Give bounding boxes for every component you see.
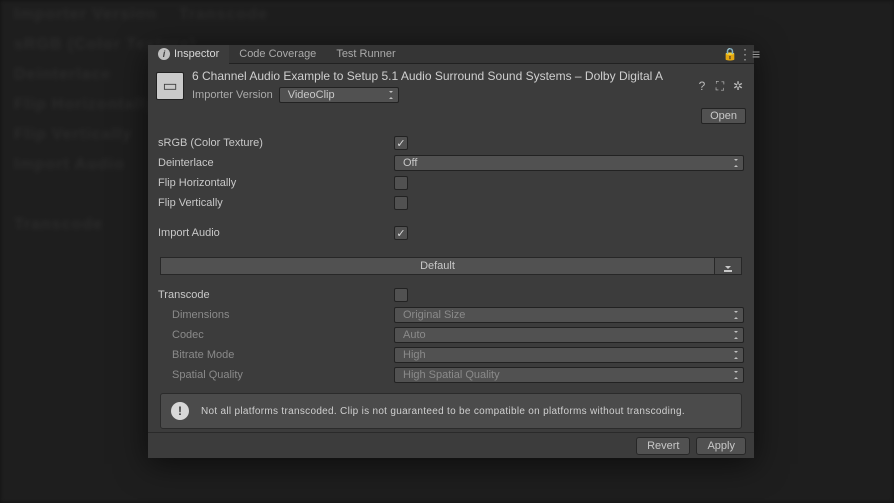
inspector-panel: i Inspector Code Coverage Test Runner 🔒 … [148,45,754,458]
asset-name: 6 Channel Audio Example to Setup 5.1 Aud… [192,69,686,83]
flip-horizontal-label: Flip Horizontally [158,177,394,189]
flip-horizontal-checkbox[interactable] [394,176,408,190]
codec-dropdown[interactable]: Auto [394,327,744,343]
dropdown-value: Off [403,157,417,169]
importer-version-dropdown[interactable]: VideoClip [279,87,399,103]
import-audio-label: Import Audio [158,227,394,239]
button-label: Open [710,110,737,122]
spatial-quality-dropdown[interactable]: High Spatial Quality [394,367,744,383]
asset-thumbnail: ▭ [156,72,184,100]
platform-bar: Default [160,257,742,275]
help-icon[interactable]: ? [694,78,710,94]
button-label: Apply [707,440,735,452]
dropdown-value: High [403,349,426,361]
tab-label: Code Coverage [239,45,316,64]
tab-test-runner[interactable]: Test Runner [326,45,405,64]
dropdown-value: Auto [403,329,426,341]
bitrate-label: Bitrate Mode [158,349,394,361]
info-message: Not all platforms transcoded. Clip is no… [201,406,685,417]
tab-label: Inspector [174,45,219,64]
deinterlace-label: Deinterlace [158,157,394,169]
tab-label: Test Runner [336,45,395,64]
footer: Revert Apply [148,432,754,458]
lock-icon[interactable]: 🔒 [722,47,738,61]
info-icon: ! [171,402,189,420]
dimensions-label: Dimensions [158,309,394,321]
tab-inspector[interactable]: i Inspector [148,45,229,64]
dropdown-value: VideoClip [288,89,335,101]
info-box: ! Not all platforms transcoded. Clip is … [160,393,742,429]
srgb-checkbox[interactable] [394,136,408,150]
preset-icon[interactable]: ⛶ [712,78,728,94]
open-button[interactable]: Open [701,108,746,124]
revert-button[interactable]: Revert [636,437,690,455]
deinterlace-dropdown[interactable]: Off [394,155,744,171]
flip-vertical-checkbox[interactable] [394,196,408,210]
property-list: sRGB (Color Texture) Deinterlace Off Fli… [148,129,754,439]
apply-button[interactable]: Apply [696,437,746,455]
flip-vertical-label: Flip Vertically [158,197,394,209]
spatial-quality-label: Spatial Quality [158,369,394,381]
codec-label: Codec [158,329,394,341]
transcode-checkbox[interactable] [394,288,408,302]
bitrate-dropdown[interactable]: High [394,347,744,363]
tab-code-coverage[interactable]: Code Coverage [229,45,326,64]
transcode-label: Transcode [158,289,394,301]
tab-bar: i Inspector Code Coverage Test Runner 🔒 … [148,45,754,64]
context-menu-icon[interactable]: ⋮≡ [738,48,754,60]
dropdown-value: Original Size [403,309,465,321]
button-label: Revert [647,440,679,452]
info-icon: i [158,48,170,60]
dropdown-value: High Spatial Quality [403,369,500,381]
dimensions-dropdown[interactable]: Original Size [394,307,744,323]
import-audio-checkbox[interactable] [394,226,408,240]
platform-default[interactable]: Default [161,258,715,274]
platform-label: Default [420,260,455,272]
asset-header: ▭ 6 Channel Audio Example to Setup 5.1 A… [148,64,754,108]
srgb-label: sRGB (Color Texture) [158,137,394,149]
platform-download-icon[interactable] [715,258,741,274]
importer-version-label: Importer Version [192,89,273,101]
gear-icon[interactable]: ✲ [730,78,746,94]
